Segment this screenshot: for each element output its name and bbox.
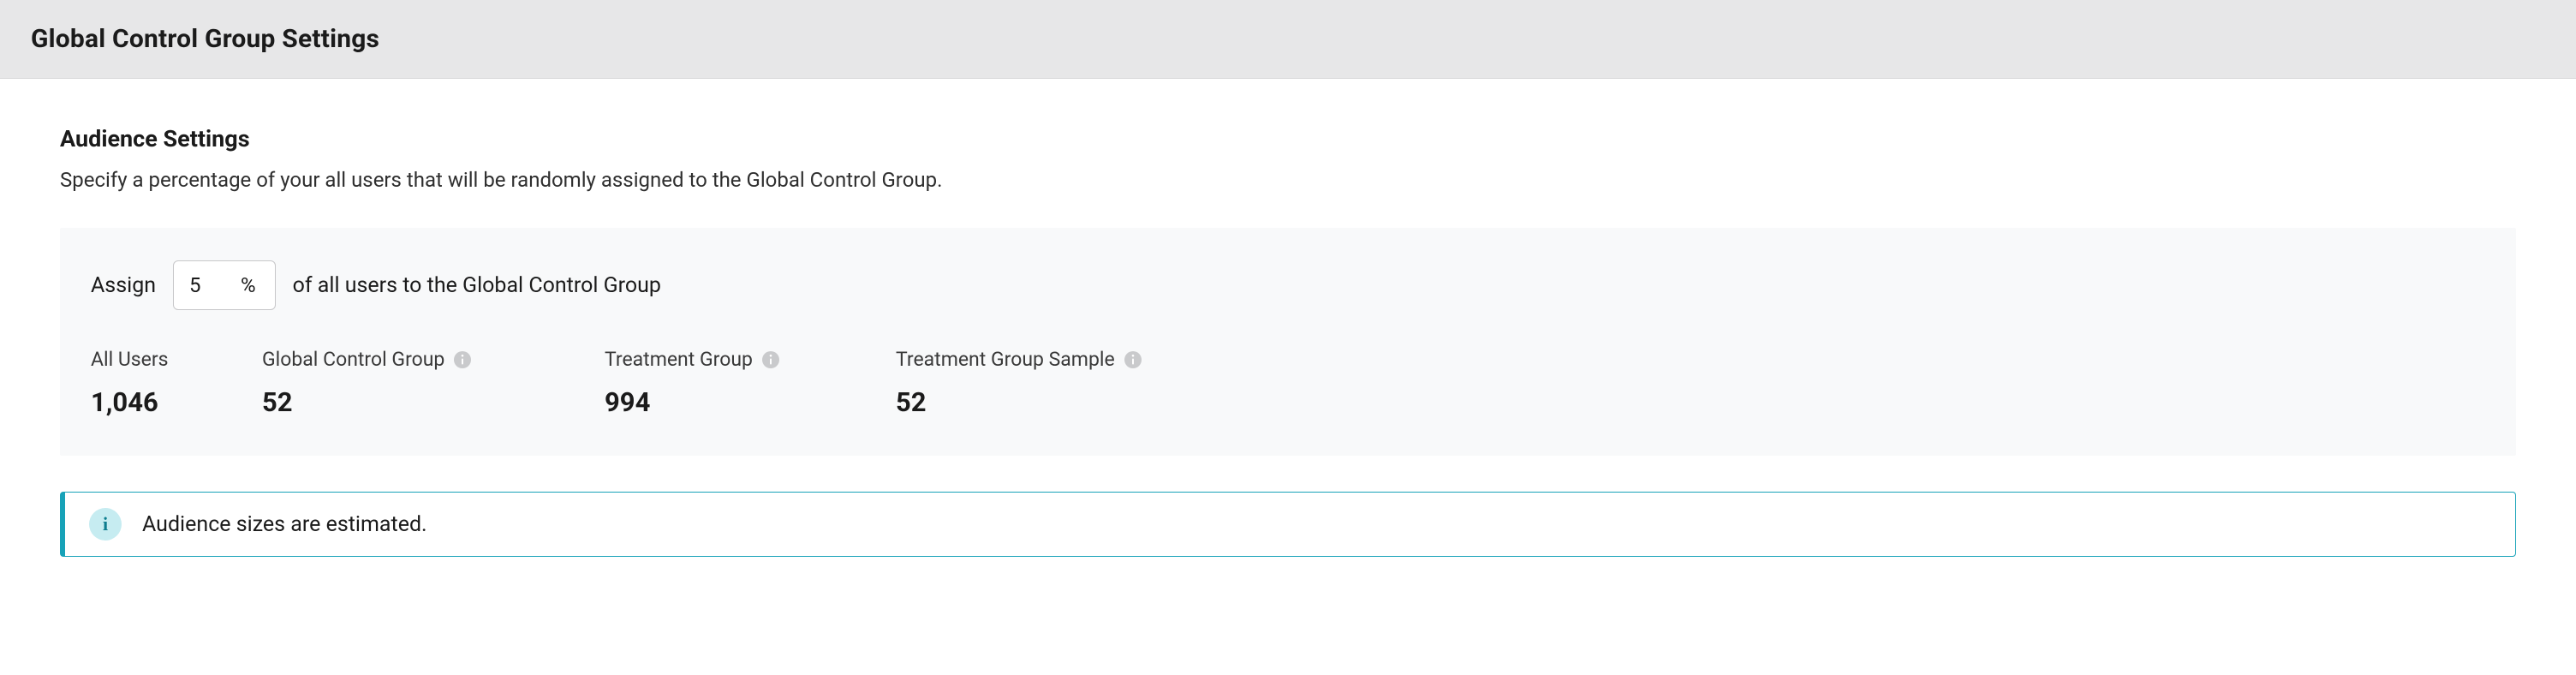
- stat-label: All Users: [91, 348, 169, 371]
- header-bar: Global Control Group Settings: [0, 0, 2576, 79]
- stat-label-row: All Users: [91, 348, 262, 371]
- percent-sign: %: [234, 273, 275, 297]
- stats-row: All Users 1,046 Global Control Group 52 …: [91, 348, 2485, 418]
- stat-label: Global Control Group: [262, 348, 444, 371]
- stat-label-row: Global Control Group: [262, 348, 605, 371]
- stat-all-users: All Users 1,046: [91, 348, 262, 418]
- section-title: Audience Settings: [60, 125, 2516, 152]
- assign-row: Assign % of all users to the Global Cont…: [91, 260, 2485, 310]
- stat-label-row: Treatment Group: [605, 348, 896, 371]
- stat-value: 1,046: [91, 386, 262, 418]
- content-area: Audience Settings Specify a percentage o…: [0, 79, 2576, 591]
- info-icon[interactable]: [1124, 350, 1142, 369]
- stat-treatment-group: Treatment Group 994: [605, 348, 896, 418]
- percent-input[interactable]: [174, 273, 234, 297]
- info-badge-letter: i: [103, 513, 108, 535]
- stat-global-control-group: Global Control Group 52: [262, 348, 605, 418]
- assign-prefix: Assign: [91, 273, 156, 298]
- info-icon[interactable]: [761, 350, 780, 369]
- info-alert: i Audience sizes are estimated.: [60, 492, 2516, 557]
- page-title: Global Control Group Settings: [31, 24, 2545, 54]
- stat-value: 52: [262, 386, 605, 418]
- stat-label: Treatment Group Sample: [896, 348, 1115, 371]
- stat-value: 52: [896, 386, 1255, 418]
- percent-input-container[interactable]: %: [173, 260, 276, 310]
- stat-label-row: Treatment Group Sample: [896, 348, 1255, 371]
- stat-label: Treatment Group: [605, 348, 753, 371]
- assign-suffix: of all users to the Global Control Group: [293, 273, 661, 298]
- stat-value: 994: [605, 386, 896, 418]
- settings-panel: Assign % of all users to the Global Cont…: [60, 228, 2516, 456]
- alert-text: Audience sizes are estimated.: [142, 512, 427, 537]
- section-description: Specify a percentage of your all users t…: [60, 168, 2516, 192]
- info-badge-icon: i: [89, 508, 122, 541]
- stat-treatment-group-sample: Treatment Group Sample 52: [896, 348, 1255, 418]
- info-icon[interactable]: [453, 350, 472, 369]
